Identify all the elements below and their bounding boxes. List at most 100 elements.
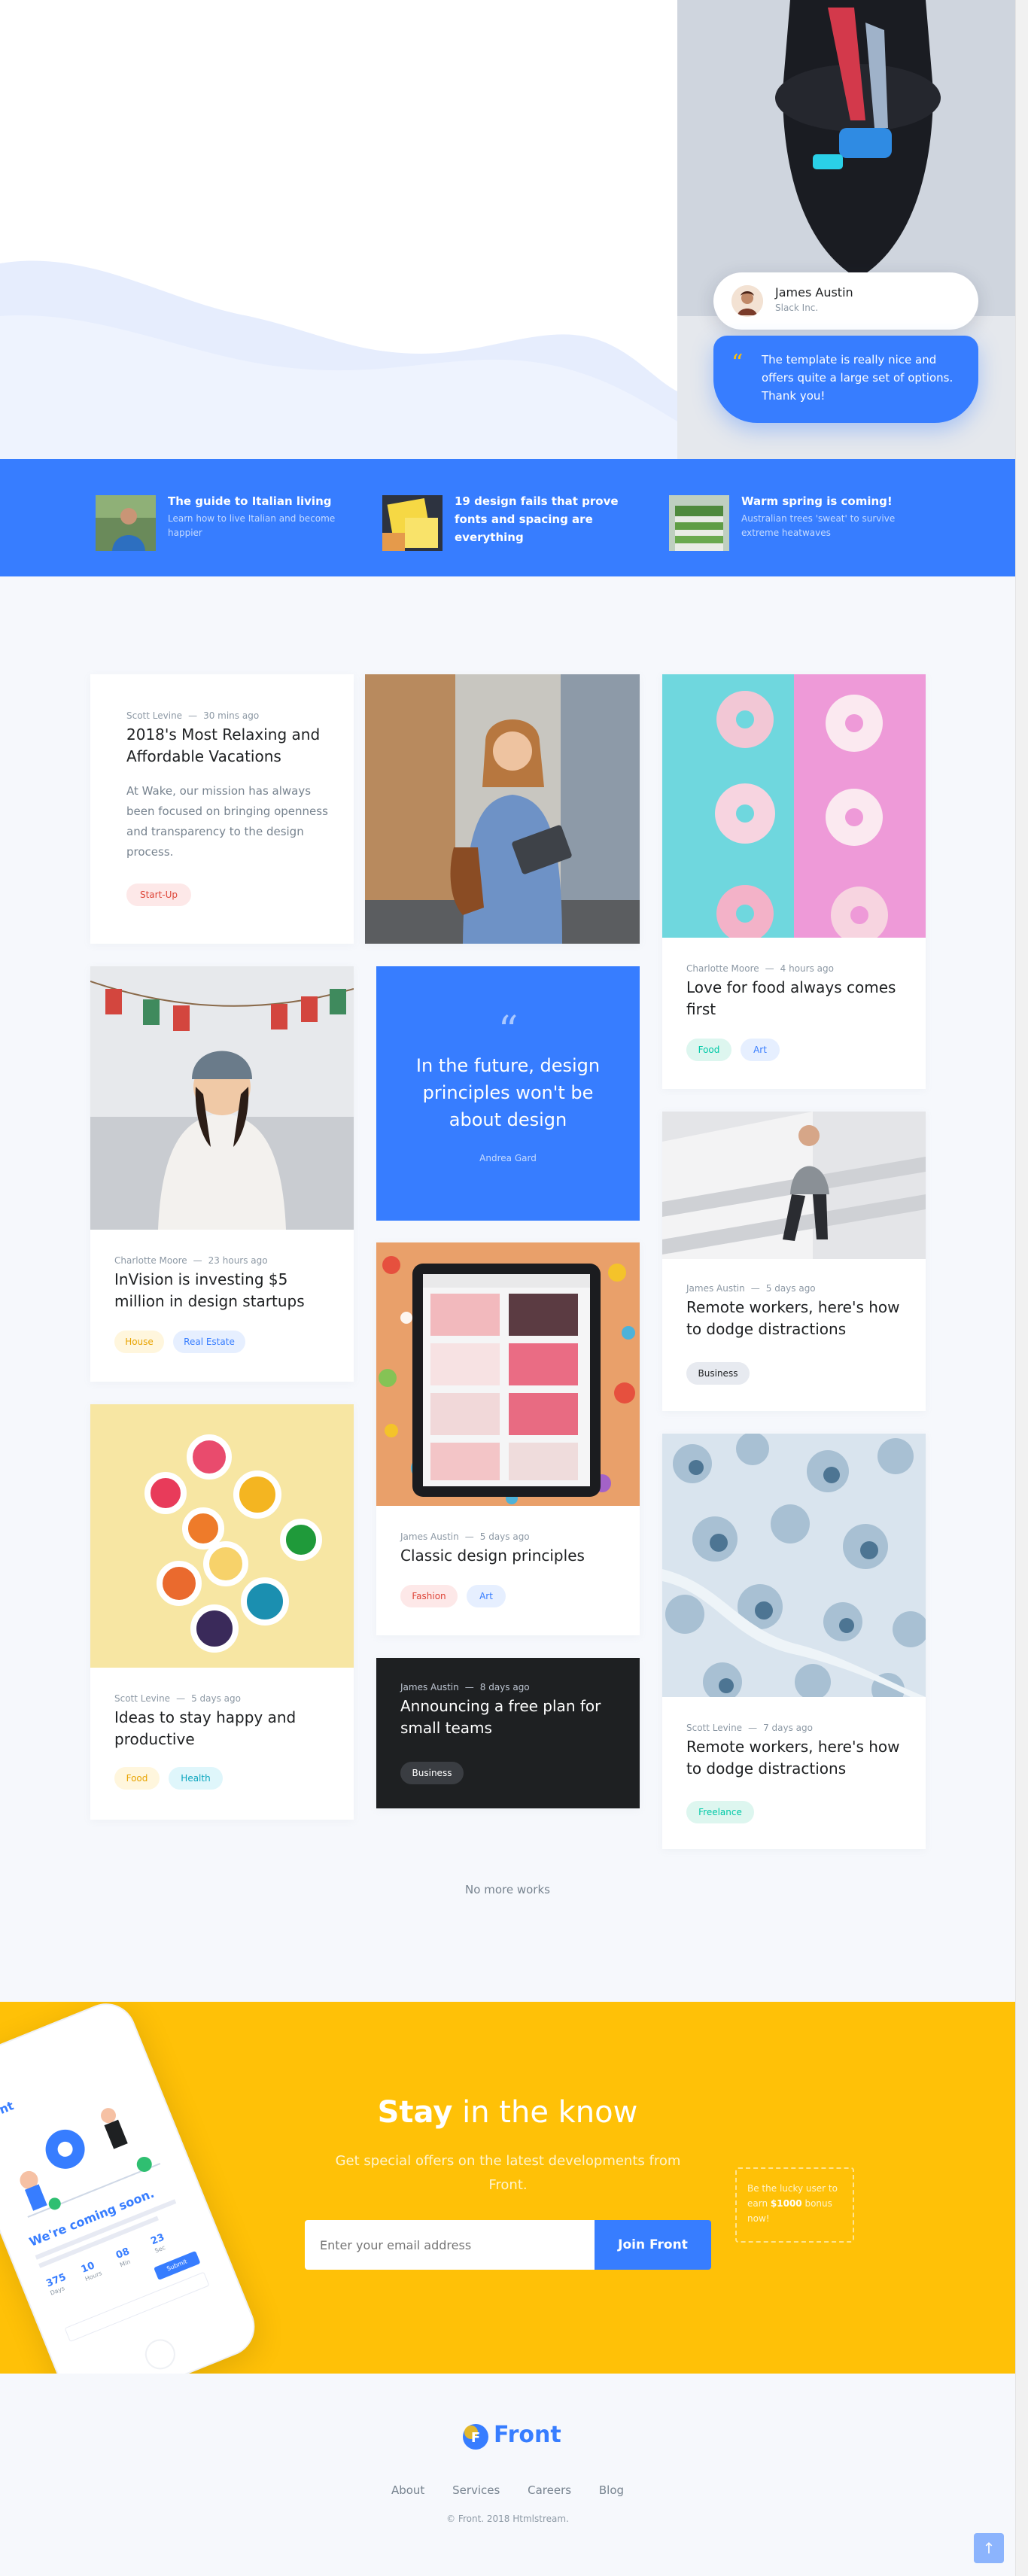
join-front-button[interactable]: Join Front xyxy=(595,2220,711,2270)
meta-separator: — xyxy=(750,1283,760,1294)
card-excerpt: At Wake, our mission has always been foc… xyxy=(126,784,328,859)
footer-link-services[interactable]: Services xyxy=(452,2483,500,2497)
strip-subtitle: Learn how to live Italian and become hap… xyxy=(168,513,336,538)
card-title[interactable]: Remote workers, here's how to dodge dist… xyxy=(686,1297,912,1340)
card-title[interactable]: Remote workers, here's how to dodge dist… xyxy=(686,1736,912,1780)
footer-links: About Services Careers Blog xyxy=(0,2483,1015,2497)
tag-food[interactable]: Food xyxy=(114,1767,160,1790)
post-time: 5 days ago xyxy=(191,1693,241,1704)
author-link[interactable]: Charlotte Moore xyxy=(114,1255,187,1266)
tablet-confetti-photo xyxy=(376,1242,640,1506)
card-meta: Scott Levine — 30 mins ago xyxy=(126,710,259,721)
card-meta: Charlotte Moore — 23 hours ago xyxy=(114,1255,268,1266)
meta-separator: — xyxy=(188,710,198,721)
post-time: 4 hours ago xyxy=(780,963,834,974)
no-more-works-label: No more works xyxy=(465,1883,550,1896)
newsletter-section: Front We're coming soon. 375 Days 10 Hou… xyxy=(0,2002,1015,2374)
card-title[interactable]: Classic design principles xyxy=(400,1545,619,1567)
author-link[interactable]: James Austin xyxy=(400,1531,459,1542)
card-meta: James Austin — 5 days ago xyxy=(400,1531,530,1542)
quote-card: “ In the future, design principles won't… xyxy=(376,966,640,1221)
logo-wordmark: Front xyxy=(494,2422,561,2448)
tag-business[interactable]: Business xyxy=(400,1762,464,1784)
strip-thumbnail xyxy=(669,495,729,551)
footer-link-careers[interactable]: Careers xyxy=(528,2483,571,2497)
strip-article-italian[interactable]: The guide to Italian living Learn how to… xyxy=(96,486,351,551)
author-link[interactable]: James Austin xyxy=(686,1283,745,1294)
page-scrollbar[interactable] xyxy=(1015,0,1028,2576)
author-link[interactable]: Charlotte Moore xyxy=(686,963,759,974)
hero-wave-background xyxy=(0,260,677,459)
post-time: 8 days ago xyxy=(479,1682,530,1692)
strip-title[interactable]: 19 design fails that prove fonts and spa… xyxy=(455,492,643,546)
newsletter-subtitle: Get special offers on the latest develop… xyxy=(335,2153,681,2193)
hero-section: James Austin Slack Inc. “ The template i… xyxy=(0,0,1015,459)
meta-separator: — xyxy=(464,1531,474,1542)
footer: F Front About Services Careers Blog © Fr… xyxy=(0,2374,1015,2576)
front-logo-icon: F xyxy=(463,2424,488,2450)
donuts-photo xyxy=(662,674,926,938)
quote-icon: “ xyxy=(731,350,744,376)
tag-house[interactable]: House xyxy=(114,1331,164,1353)
tag-startup[interactable]: Start-Up xyxy=(126,884,191,906)
card-title[interactable]: InVision is investing $5 million in desi… xyxy=(114,1269,333,1312)
card-title[interactable]: 2018's Most Relaxing and Affordable Vaca… xyxy=(126,724,330,768)
strip-article-design-fails[interactable]: 19 design fails that prove fonts and spa… xyxy=(382,486,638,551)
testimonial-text: The template is really nice and offers q… xyxy=(762,353,953,403)
email-input[interactable] xyxy=(305,2220,595,2270)
card-happy-productive[interactable]: Scott Levine — 5 days ago Ideas to stay ha… xyxy=(90,1404,354,1820)
card-remote-workers-2[interactable]: Scott Levine — 7 days ago Remote workers, … xyxy=(662,1434,926,1849)
post-time: 30 mins ago xyxy=(203,710,260,721)
card-free-plan[interactable]: James Austin — 8 days ago Announcing a fre… xyxy=(376,1658,640,1808)
note-amount: $1000 xyxy=(770,2198,802,2209)
quote-text: In the future, design principles won't b… xyxy=(415,1055,601,1130)
meta-separator: — xyxy=(464,1682,474,1692)
tag-health[interactable]: Health xyxy=(169,1767,223,1790)
tag-art[interactable]: Art xyxy=(467,1585,506,1607)
footer-link-about[interactable]: About xyxy=(391,2483,424,2497)
meta-separator: — xyxy=(176,1693,186,1704)
featured-articles-strip: The guide to Italian living Learn how to… xyxy=(0,459,1015,576)
author-link[interactable]: Scott Levine xyxy=(126,710,182,721)
image-card-woman-tablet[interactable] xyxy=(365,674,640,944)
meta-separator: — xyxy=(765,963,774,974)
strip-article-spring[interactable]: Warm spring is coming! Australian trees … xyxy=(669,486,925,551)
strip-title[interactable]: The guide to Italian living xyxy=(168,492,356,510)
card-food[interactable]: Charlotte Moore — 4 hours ago Love for foo… xyxy=(662,674,926,1089)
card-vacations[interactable]: Scott Levine — 30 mins ago 2018's Most Rel… xyxy=(90,674,354,944)
testimonial-author-card: James Austin Slack Inc. xyxy=(713,272,978,330)
copyright: © Front. 2018 Htmlstream. xyxy=(446,2514,569,2524)
tag-art[interactable]: Art xyxy=(741,1039,780,1061)
tag-business[interactable]: Business xyxy=(686,1362,750,1385)
svg-text:F: F xyxy=(471,2430,480,2446)
card-title[interactable]: Announcing a free plan for small teams xyxy=(400,1696,619,1739)
woman-winter-photo xyxy=(90,966,354,1230)
author-link[interactable]: Scott Levine xyxy=(114,1693,170,1704)
title-rest: in the know xyxy=(452,2095,638,2130)
card-meta: James Austin — 5 days ago xyxy=(686,1283,816,1294)
post-time: 5 days ago xyxy=(479,1531,530,1542)
strip-title[interactable]: Warm spring is coming! xyxy=(741,492,929,510)
tag-food[interactable]: Food xyxy=(686,1039,731,1061)
quote-author: Andrea Gard xyxy=(479,1153,537,1163)
footer-link-blog[interactable]: Blog xyxy=(599,2483,624,2497)
card-meta: James Austin — 8 days ago xyxy=(400,1682,530,1692)
card-title[interactable]: Ideas to stay happy and productive xyxy=(114,1707,333,1750)
tag-freelance[interactable]: Freelance xyxy=(686,1801,754,1823)
candy-bowls-photo xyxy=(90,1404,354,1668)
meta-separator: — xyxy=(748,1723,758,1733)
tag-fashion[interactable]: Fashion xyxy=(400,1585,458,1607)
author-link[interactable]: James Austin xyxy=(400,1682,459,1692)
card-meta: Scott Levine — 7 days ago xyxy=(686,1723,813,1733)
card-title[interactable]: Love for food always comes first xyxy=(686,977,912,1020)
author-link[interactable]: Scott Levine xyxy=(686,1723,742,1733)
title-bold: Stay xyxy=(377,2095,453,2130)
card-invision[interactable]: Charlotte Moore — 23 hours ago InVision is… xyxy=(90,966,354,1382)
post-time: 23 hours ago xyxy=(208,1255,268,1266)
back-to-top-button[interactable]: ↑ xyxy=(974,2533,1004,2563)
card-classic-design[interactable]: James Austin — 5 days ago Classic design p… xyxy=(376,1242,640,1635)
author-name: James Austin xyxy=(775,285,853,300)
tag-real-estate[interactable]: Real Estate xyxy=(173,1331,245,1353)
newsletter-title: Stay in the know xyxy=(0,2095,1015,2130)
card-remote-workers-1[interactable]: James Austin — 5 days ago Remote workers, … xyxy=(662,1112,926,1411)
